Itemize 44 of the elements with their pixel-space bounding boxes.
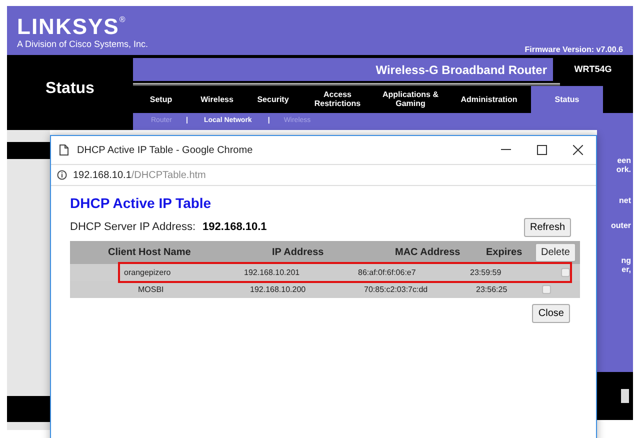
mac-cell-text: 70:85:c2:03:7c:dd (363, 284, 429, 296)
minimize-icon (501, 149, 511, 151)
logo-icon (621, 389, 629, 403)
side-text: outer (611, 221, 631, 230)
row-checkbox[interactable] (561, 268, 570, 277)
nav-tab[interactable]: Status (531, 86, 603, 112)
ip-cell-text: 192.168.10.201 (244, 266, 301, 278)
server-ip: 192.168.10.1 (202, 220, 267, 236)
brand-tagline: A Division of Cisco Systems, Inc. (17, 40, 148, 49)
maximize-icon (537, 145, 547, 155)
info-icon (57, 170, 67, 180)
page-heading: DHCP Active IP Table (70, 194, 212, 213)
model-name: WRT54G (574, 62, 612, 76)
side-text: een (617, 156, 631, 165)
section-title: Status (46, 78, 94, 98)
product-name: Wireless-G Broadband Router (376, 62, 547, 79)
url-text: 192.168.10.1/DHCPTable.htm (73, 168, 206, 182)
side-strip (7, 142, 50, 159)
column-header: IP Address (271, 246, 325, 260)
side-text: er, (622, 265, 631, 274)
firmware-version: Firmware Version: v7.00.6 (524, 44, 623, 56)
delete-button[interactable]: Delete (535, 243, 576, 262)
ip-cell-text: 192.168.10.200 (250, 284, 307, 296)
registered-mark: ® (119, 16, 126, 24)
refresh-button[interactable]: Refresh (524, 218, 571, 237)
window-title: DHCP Active IP Table - Google Chrome (77, 144, 253, 158)
side-text: net (619, 196, 631, 205)
close-dialog-button[interactable]: Close (532, 304, 570, 323)
server-label: DHCP Server IP Address: (70, 220, 196, 236)
brand-logo: LINKSYS (17, 16, 120, 38)
close-icon (573, 145, 583, 155)
row-checkbox[interactable] (542, 285, 551, 294)
address-bar[interactable]: 192.168.10.1/DHCPTable.htm (51, 164, 596, 186)
mac-cell-text: 86:af:0f:6f:06:e7 (357, 266, 417, 278)
expires-cell-text: 23:56:25 (475, 284, 508, 296)
column-header: Expires (485, 246, 524, 260)
side-text: ng (621, 256, 631, 265)
host-cell-text: MOSBI (137, 284, 165, 296)
page-icon (59, 144, 69, 156)
column-header: Client Host Name (107, 246, 192, 260)
expires-cell-text: 23:59:59 (469, 266, 502, 278)
column-header: MAC Address (394, 246, 462, 260)
side-text: ork. (616, 165, 631, 174)
footer-strip (7, 396, 50, 422)
